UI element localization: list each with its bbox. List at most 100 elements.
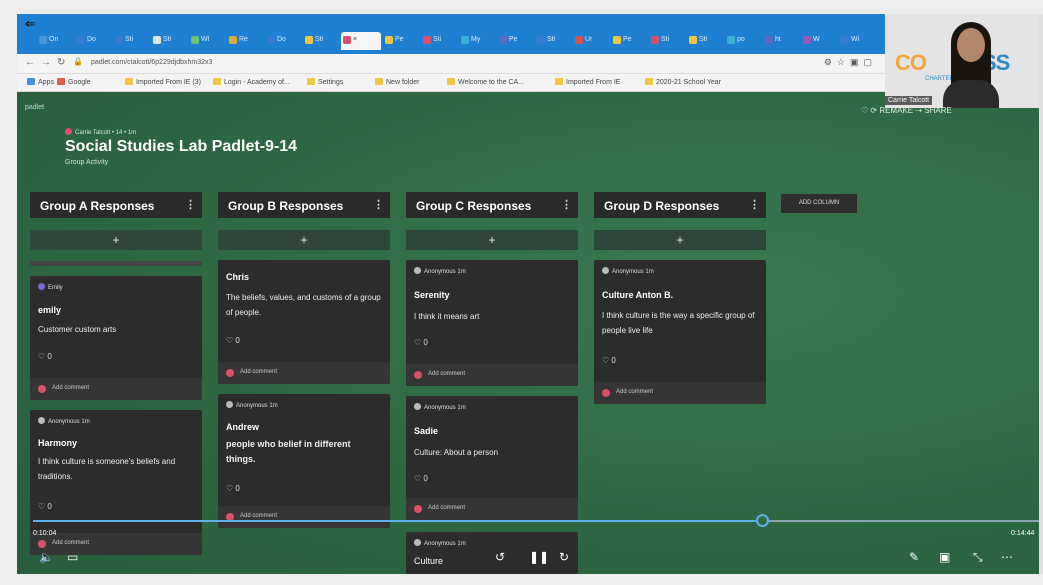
presenter-video — [943, 22, 999, 108]
browser-tab[interactable]: Pe — [383, 32, 415, 50]
tab-label: Wi — [851, 36, 860, 43]
browser-tab[interactable]: Sti — [151, 32, 183, 50]
browser-tab[interactable]: ht — [763, 32, 795, 50]
column-menu-icon[interactable]: ⋮ — [749, 198, 760, 211]
seek-bar[interactable] — [33, 514, 1039, 527]
browser-tab[interactable]: Pe — [611, 32, 643, 50]
column-menu-icon[interactable]: ⋮ — [561, 198, 572, 211]
video-player[interactable]: ⇐ On Do Sti Sti WI Re Do Sti × Pe Sti My Pe Sti Ur Pe S… — [17, 14, 1039, 574]
post-card[interactable]: Anonymous 1m Serenity I think it means a… — [406, 260, 578, 386]
comment-footer[interactable]: Add comment — [406, 498, 578, 520]
back-arrow-icon[interactable]: ⇐ — [25, 16, 36, 32]
post-title: Harmony — [38, 438, 78, 448]
add-comment-link[interactable]: Add comment — [52, 540, 89, 546]
back-icon[interactable]: ← — [25, 57, 35, 68]
like-counter[interactable]: ♡ 0 — [414, 474, 428, 483]
captions-icon[interactable]: ▭ — [67, 550, 78, 564]
comment-footer[interactable]: Add comment — [594, 382, 766, 404]
picture-in-picture-icon[interactable]: ▣ — [939, 550, 950, 564]
author-avatar — [602, 267, 609, 274]
bookmark-item[interactable]: Apps — [27, 78, 54, 86]
bookmark-item[interactable]: Imported From IE — [555, 78, 620, 86]
browser-tab[interactable]: W — [801, 32, 833, 50]
browser-tab[interactable]: Pe — [497, 32, 529, 50]
url-field[interactable]: padlet.com/ctalcott/6p229djdbxhm32x3 — [85, 57, 855, 71]
more-options-icon[interactable]: ⋯ — [1001, 550, 1013, 564]
reload-icon[interactable]: ↻ — [57, 57, 65, 68]
like-counter[interactable]: ♡ 0 — [414, 338, 428, 347]
add-comment-link[interactable]: Add comment — [616, 389, 653, 395]
like-counter[interactable]: ♡ 0 — [226, 484, 240, 493]
post-card[interactable]: Chris The beliefs, values, and customs o… — [218, 260, 390, 384]
post-card[interactable]: Anonymous 1m Andrew people who belief in… — [218, 394, 390, 528]
browser-tab[interactable]: Wi — [839, 32, 871, 50]
post-card[interactable]: Emily emily Customer custom arts ♡ 0 Add… — [30, 276, 202, 400]
post-card[interactable]: Anonymous 1m Culture Anton B. I think cu… — [594, 260, 766, 404]
browser-tab[interactable]: × — [341, 32, 381, 50]
bookmark-item[interactable]: Welcome to the CA... — [447, 78, 524, 86]
rewind-icon[interactable]: ↺ — [495, 550, 505, 564]
browser-tab[interactable]: Sti — [687, 32, 719, 50]
bookmark-item[interactable]: New folder — [375, 78, 419, 86]
browser-tab[interactable]: On — [37, 32, 69, 50]
post-card[interactable]: Anonymous 1m Culture — [406, 532, 578, 574]
add-post-button-c[interactable]: + — [406, 230, 578, 250]
pencil-icon[interactable]: ✎ — [909, 550, 919, 564]
tab-label: Sti — [433, 36, 442, 43]
add-comment-link[interactable]: Add comment — [240, 369, 277, 375]
tab-label: Sti — [315, 36, 324, 43]
browser-tab[interactable]: po — [725, 32, 757, 50]
add-post-button-d[interactable]: + — [594, 230, 766, 250]
bookmark-item[interactable]: Login - Academy of... — [213, 78, 290, 86]
forward-icon[interactable]: → — [41, 57, 51, 68]
like-counter[interactable]: ♡ 0 — [38, 352, 52, 361]
seek-handle[interactable] — [756, 514, 770, 527]
extension-icons[interactable]: ⚙☆▣▢ — [824, 57, 877, 68]
like-counter[interactable]: ♡ 0 — [226, 336, 240, 345]
close-tab-icon[interactable]: × — [353, 36, 357, 43]
tab-favicon-icon — [77, 36, 85, 44]
like-counter[interactable]: ♡ 0 — [602, 356, 616, 365]
add-post-button-a[interactable]: + — [30, 230, 202, 250]
volume-icon[interactable]: 🔈 — [39, 550, 54, 564]
page-scrollbar[interactable] — [1039, 14, 1043, 574]
column-menu-icon[interactable]: ⋮ — [373, 198, 384, 211]
browser-tab[interactable]: My — [459, 32, 491, 50]
bookmark-item[interactable]: 2020-21 School Year — [645, 78, 721, 86]
browser-tab[interactable]: Sti — [421, 32, 453, 50]
browser-tab[interactable]: Sti — [303, 32, 335, 50]
comment-footer[interactable]: Add comment — [218, 506, 390, 528]
padlet-brand[interactable]: padlet — [25, 104, 44, 111]
bookmark-item[interactable]: Settings — [307, 78, 343, 86]
author-avatar — [226, 401, 233, 408]
like-counter[interactable]: ♡ 0 — [38, 502, 52, 511]
pause-icon[interactable]: ❚❚ — [529, 550, 549, 564]
add-comment-link[interactable]: Add comment — [428, 371, 465, 377]
add-comment-link[interactable]: Add comment — [240, 513, 277, 519]
comment-footer[interactable]: Add comment — [30, 378, 202, 400]
add-comment-link[interactable]: Add comment — [428, 505, 465, 511]
add-post-button-b[interactable]: + — [218, 230, 390, 250]
bookmark-item[interactable]: Google — [57, 78, 91, 86]
browser-tab[interactable]: Sti — [649, 32, 681, 50]
author-avatar — [414, 539, 421, 546]
add-comment-link[interactable]: Add comment — [52, 385, 89, 391]
comment-footer[interactable]: Add comment — [406, 364, 578, 386]
bookmark-item[interactable]: Imported From IE (3) — [125, 78, 201, 86]
browser-tab[interactable]: Do — [265, 32, 297, 50]
post-body: Customer custom arts — [38, 325, 117, 334]
forward-icon[interactable]: ↻ — [559, 550, 569, 564]
post-card[interactable]: Anonymous 1m Sadie Culture: About a pers… — [406, 396, 578, 520]
browser-tab[interactable]: Do — [75, 32, 107, 50]
browser-tab[interactable]: WI — [189, 32, 221, 50]
minimize-icon[interactable]: ⤡ — [973, 550, 983, 565]
browser-tab[interactable]: Re — [227, 32, 259, 50]
comment-footer[interactable]: Add comment — [218, 362, 390, 384]
add-column-button[interactable]: ADD COLUMN — [781, 194, 857, 213]
browser-tab[interactable]: Ur — [573, 32, 605, 50]
browser-tab[interactable]: Sti — [535, 32, 567, 50]
padlet-top-actions[interactable]: ♡ ⟳ REMAKE ⇢ SHARE — [861, 106, 952, 115]
browser-tab[interactable]: Sti — [113, 32, 145, 50]
column-menu-icon[interactable]: ⋮ — [185, 198, 196, 211]
tab-favicon-icon — [803, 36, 811, 44]
